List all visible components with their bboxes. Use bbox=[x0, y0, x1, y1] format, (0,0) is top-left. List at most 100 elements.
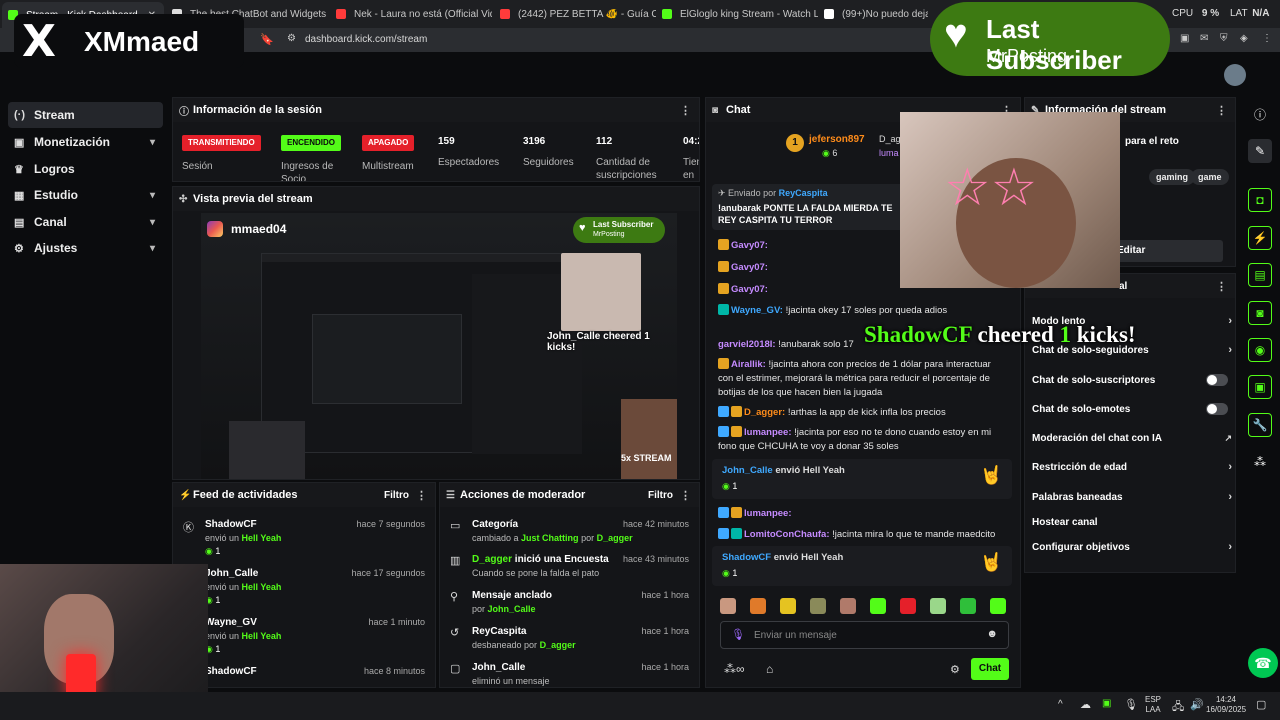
wrench-rail-icon[interactable]: 🔧 bbox=[1248, 413, 1272, 437]
chat-user[interactable]: lumanpee: bbox=[744, 427, 792, 438]
site-info-icon[interactable]: ⚙ bbox=[287, 33, 296, 44]
feed-user[interactable]: ShadowCF bbox=[205, 519, 257, 530]
mod-sub-user[interactable]: D_agger bbox=[540, 640, 576, 650]
emote-icon[interactable] bbox=[960, 598, 976, 614]
mod-sub-link[interactable]: Just Chatting bbox=[521, 533, 579, 543]
feed-user[interactable]: John_Calle bbox=[205, 568, 258, 579]
emote-icon[interactable] bbox=[870, 598, 886, 614]
list-rail-icon[interactable]: ▤ bbox=[1248, 263, 1272, 287]
emote-icon[interactable] bbox=[900, 598, 916, 614]
pinned-by-user[interactable]: ReyCaspita bbox=[779, 188, 828, 198]
tab-youtube-betta[interactable]: (2442) PEZ BETTA 🐠 - Guía Complet bbox=[494, 4, 656, 24]
kick-tray-icon[interactable]: ▣ bbox=[1102, 698, 1111, 709]
more-options-icon[interactable]: ⋮ bbox=[680, 489, 691, 502]
url-text[interactable]: dashboard.kick.com/stream bbox=[305, 34, 427, 45]
chat-user[interactable]: lumanpee: bbox=[744, 508, 792, 519]
chat-user[interactable]: Gavy07: bbox=[731, 262, 768, 273]
tag-pill[interactable]: gaming bbox=[1149, 169, 1196, 185]
sidebar-item-logros[interactable]: ♛ Logros bbox=[8, 156, 163, 182]
chat-rail-icon[interactable]: ◙ bbox=[1248, 301, 1272, 325]
feed-user[interactable]: ShadowCF bbox=[205, 666, 257, 677]
menu-icon[interactable]: ⋮ bbox=[1262, 33, 1272, 44]
store-rail-icon[interactable]: ▣ bbox=[1248, 375, 1272, 399]
chat-input[interactable]: 🎙 Enviar un mensaje ☻ bbox=[720, 621, 1009, 649]
emote-icon[interactable] bbox=[930, 598, 946, 614]
bolt-rail-icon[interactable]: ⚡ bbox=[1248, 226, 1272, 250]
emoji-icon[interactable]: ☻ bbox=[986, 628, 998, 640]
tray-chevron-icon[interactable]: ^ bbox=[1058, 699, 1063, 710]
emote-icon[interactable] bbox=[780, 598, 796, 614]
subs-only-toggle[interactable] bbox=[1206, 374, 1228, 386]
bookmark-icon[interactable]: 🔖 bbox=[260, 33, 274, 46]
setting-emotes-only[interactable]: Chat de solo-emotes bbox=[1032, 398, 1232, 420]
mod-sub-user[interactable]: John_Calle bbox=[488, 604, 536, 614]
setting-goals[interactable]: Configurar objetivos › bbox=[1032, 536, 1232, 558]
avatar[interactable] bbox=[1224, 64, 1246, 86]
extension-icon[interactable]: ✉ bbox=[1200, 33, 1208, 44]
chat-user[interactable]: Gavy07: bbox=[731, 284, 768, 295]
chat-user[interactable]: D_agger: bbox=[744, 407, 785, 418]
sidebar-toggle-icon[interactable]: ▣ bbox=[1180, 33, 1189, 44]
emote-icon[interactable] bbox=[750, 598, 766, 614]
setting-ai-moderation[interactable]: Moderación del chat con IA ↗ bbox=[1032, 427, 1232, 449]
shield-icon[interactable]: ◈ bbox=[1240, 33, 1248, 44]
chat-user[interactable]: Gavy07: bbox=[731, 240, 768, 251]
kick-event-user[interactable]: ShadowCF bbox=[722, 552, 771, 563]
more-options-icon[interactable]: ⋮ bbox=[1216, 104, 1227, 117]
edit-rail-icon[interactable]: ✎ bbox=[1248, 139, 1272, 163]
more-options-icon[interactable]: ⋮ bbox=[680, 104, 691, 117]
emote-icon[interactable] bbox=[840, 598, 856, 614]
microphone-icon[interactable]: 🎙 bbox=[731, 628, 745, 641]
camera-rail-icon[interactable]: ◘ bbox=[1248, 188, 1272, 212]
mod-title-user[interactable]: D_agger bbox=[472, 554, 512, 565]
info-rail-icon[interactable]: ⓘ bbox=[1248, 102, 1272, 126]
gifter-name[interactable]: luma bbox=[879, 148, 899, 158]
chat-settings-icon[interactable]: ⚙ bbox=[950, 663, 960, 676]
volume-icon[interactable]: 🔊 bbox=[1190, 698, 1204, 711]
filter-button[interactable]: Filtro bbox=[384, 490, 409, 501]
emotes-only-toggle[interactable] bbox=[1206, 403, 1228, 415]
infinity-icon[interactable]: ⁂∞ bbox=[724, 662, 745, 676]
top-gifter-name[interactable]: jeferson897 bbox=[809, 134, 865, 145]
more-options-icon[interactable]: ⋮ bbox=[1216, 280, 1227, 293]
more-options-icon[interactable]: ⋮ bbox=[416, 489, 427, 502]
stream-video[interactable]: mmaed04 ♥ Last Subscriber MrPosting John… bbox=[201, 213, 677, 479]
sidebar-item-estudio[interactable]: ▦ Estudio ▾ bbox=[8, 182, 163, 208]
send-chat-button[interactable]: Chat bbox=[971, 658, 1009, 680]
tab-youtube-nek[interactable]: Nek - Laura no está (Official Video) · bbox=[330, 4, 492, 24]
broadcast-rail-icon[interactable]: ◉ bbox=[1248, 338, 1272, 362]
clock[interactable]: 14:24 16/09/2025 bbox=[1206, 695, 1246, 715]
store-icon[interactable]: ⌂ bbox=[766, 662, 773, 676]
setting-age-restriction[interactable]: Restricción de edad › bbox=[1032, 456, 1232, 478]
apps-rail-icon[interactable]: ⁂ bbox=[1248, 450, 1272, 474]
extension2-icon[interactable]: ⛨ bbox=[1220, 33, 1228, 44]
emote-icon[interactable] bbox=[720, 598, 736, 614]
network-icon[interactable]: 🖧 bbox=[1172, 698, 1184, 717]
chat-user[interactable]: Airallik: bbox=[731, 359, 766, 370]
language-indicator[interactable]: ESP LAA bbox=[1145, 695, 1161, 715]
chat-user[interactable]: garviel2018I: bbox=[718, 339, 776, 350]
mic-icon[interactable]: 🎙 bbox=[1124, 698, 1138, 711]
sidebar-item-stream[interactable]: (·) Stream bbox=[8, 102, 163, 128]
cloud-icon[interactable]: ☁ bbox=[1080, 698, 1091, 711]
chat-user[interactable]: LomitoConChaufa: bbox=[744, 529, 830, 540]
tag-pill[interactable]: game bbox=[1191, 169, 1229, 185]
filter-button[interactable]: Filtro bbox=[648, 490, 673, 501]
sidebar-item-canal[interactable]: ▤ Canal ▾ bbox=[8, 209, 163, 235]
feed-user[interactable]: Wayne_GV bbox=[205, 617, 257, 628]
emote-icon[interactable] bbox=[810, 598, 826, 614]
setting-banned-words[interactable]: Palabras baneadas › bbox=[1032, 486, 1232, 508]
chat-user[interactable]: Wayne_GV: bbox=[731, 305, 783, 316]
notification-icon[interactable]: ▢ bbox=[1256, 698, 1266, 711]
sidebar-item-ajustes[interactable]: ⚙ Ajustes ▾ bbox=[8, 235, 163, 261]
gifter-name[interactable]: D_ag bbox=[879, 134, 901, 144]
tab-tiktok[interactable]: (99+)No puedo dejar las ap bbox=[818, 4, 928, 24]
support-icon[interactable]: ☎ bbox=[1248, 648, 1278, 678]
setting-subs-only[interactable]: Chat de solo-suscriptores bbox=[1032, 369, 1232, 391]
emote-icon[interactable] bbox=[990, 598, 1006, 614]
setting-host-channel[interactable]: Hostear canal bbox=[1032, 511, 1232, 533]
kick-event-user[interactable]: John_Calle bbox=[722, 465, 773, 476]
tab-kick-elgloglo[interactable]: ElGloglo king Stream - Watch Live on bbox=[656, 4, 818, 24]
sidebar-item-monetizacion[interactable]: ▣ Monetización ▾ bbox=[8, 129, 163, 155]
mod-sub-user[interactable]: D_agger bbox=[597, 533, 633, 543]
